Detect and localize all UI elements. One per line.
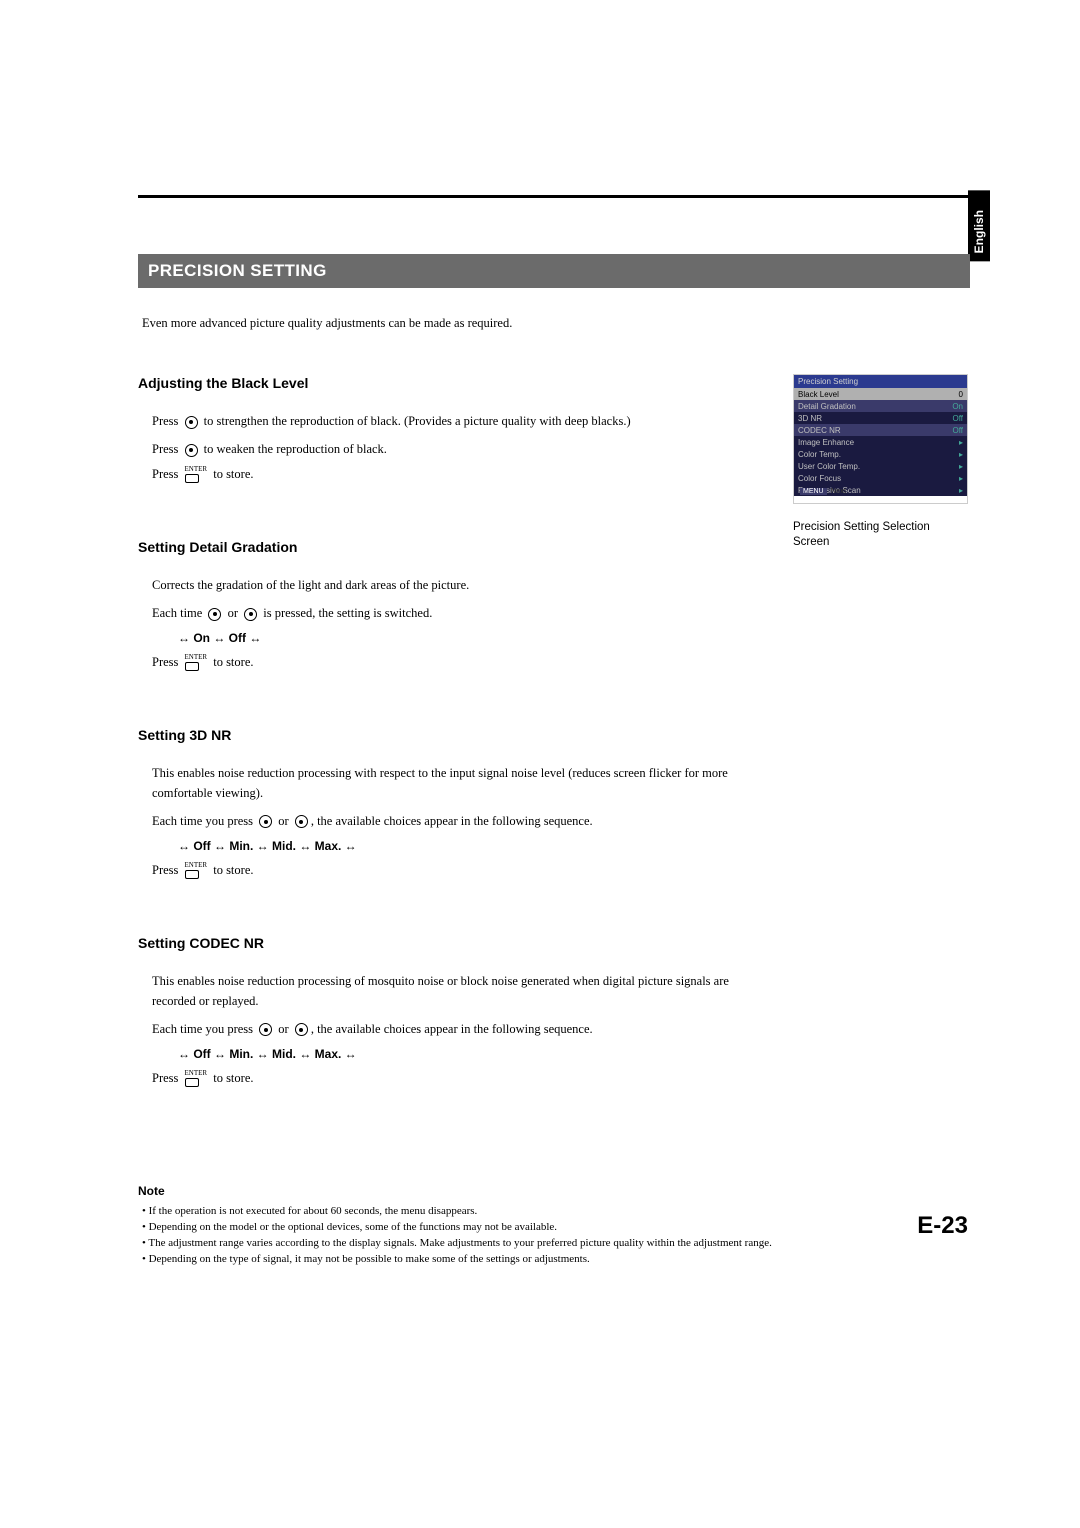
text-frag: Press [152,414,182,428]
text-frag: Each time you press [152,1022,256,1036]
osd-screenshot: Precision Setting Black Level0Detail Gra… [793,374,968,550]
note-item: • Depending on the model or the optional… [142,1220,970,1236]
right-key-icon [244,608,257,621]
osd-row-value: ▸ [959,474,963,483]
note-item: • The adjustment range varies according … [142,1236,970,1252]
heading: Setting CODEC NR [138,935,738,951]
left-key-icon [208,608,221,621]
section-codec-nr: Setting CODEC NR This enables noise redu… [138,935,738,1087]
menu-badge: MENU [800,488,827,495]
section-3d-nr: Setting 3D NR This enables noise reducti… [138,727,738,879]
note-item: • Depending on the type of signal, it ma… [142,1252,970,1268]
option-sequence: ↔ Off ↔ Min. ↔ Mid. ↔ Max. ↔ [178,839,738,853]
osd-row-value: Off [952,426,963,435]
body-line: Each time you press or , the available c… [152,811,738,831]
section-black-level: Adjusting the Black Level Press to stren… [138,375,738,483]
osd-row-label: User Color Temp. [798,462,860,471]
osd-row: Image Enhance ▸ [794,436,967,448]
text-frag: to store. [210,1071,253,1085]
notes-block: Note • If the operation is not executed … [138,1184,970,1268]
notes-heading: Note [138,1184,970,1198]
osd-row: Detail Gradation On [794,400,967,412]
body-line: Press to weaken the reproduction of blac… [152,439,738,459]
osd-row: Black Level 0 [794,388,967,400]
osd-footer: MENU Next [800,486,846,495]
heading: Adjusting the Black Level [138,375,738,391]
heading: Setting Detail Gradation [138,539,738,555]
text-frag: or [224,606,241,620]
osd-row-value: ▸ [959,450,963,459]
osd-row-label: Color Temp. [798,450,841,459]
option-sequence: ↔ On ↔ Off ↔ [178,631,738,645]
osd-row: 3D NR Off [794,412,967,424]
page-number: E-23 [917,1212,968,1240]
text-frag: is pressed, the setting is switched. [260,606,432,620]
enter-key-icon: ENTER [185,1071,208,1087]
osd-row-label: 3D NR [798,414,822,423]
text-frag: Each time [152,606,205,620]
content-column: Even more advanced picture quality adjus… [138,316,738,1087]
osd-row: CODEC NR Off [794,424,967,436]
body-line: Corrects the gradation of the light and … [152,575,738,595]
text-frag: to store. [210,467,253,481]
text-frag: Press [152,442,182,456]
osd-row-label: Detail Gradation [798,402,856,411]
osd-row-value: On [952,402,963,411]
body-line: This enables noise reduction processing … [152,971,738,1011]
text-frag: to store. [210,863,253,877]
text-frag: Each time you press [152,814,256,828]
osd-footer-text: Next [831,486,846,495]
osd-header: Precision Setting [794,375,967,388]
text-frag: or [275,1022,292,1036]
body-line: Each time or is pressed, the setting is … [152,603,738,623]
osd-row: Color Focus ▸ [794,472,967,484]
note-item: • If the operation is not executed for a… [142,1204,970,1220]
text-frag: , the available choices appear in the fo… [311,1022,593,1036]
osd-row-value: ▸ [959,486,963,495]
left-key-icon [185,416,198,429]
store-line: Press ENTER to store. [152,467,738,483]
store-line: Press ENTER to store. [152,863,738,879]
intro-text: Even more advanced picture quality adjus… [142,316,738,331]
body-line: Press to strengthen the reproduction of … [152,411,738,431]
right-key-icon [185,444,198,457]
section-detail-gradation: Setting Detail Gradation Corrects the gr… [138,539,738,671]
left-key-icon [259,815,272,828]
text-frag: or [275,814,292,828]
section-main-title: PRECISION SETTING [138,254,970,288]
text-frag: , the available choices appear in the fo… [311,814,593,828]
enter-key-icon: ENTER [185,467,208,483]
osd-row-label: Image Enhance [798,438,854,447]
top-rule [138,195,970,198]
option-sequence: ↔ Off ↔ Min. ↔ Mid. ↔ Max. ↔ [178,1047,738,1061]
osd-screen: Precision Setting Black Level0Detail Gra… [793,374,968,504]
osd-row-value: ▸ [959,462,963,471]
text-frag: to strengthen the reproduction of black.… [201,414,631,428]
text-frag: to weaken the reproduction of black. [201,442,387,456]
osd-row: User Color Temp. ▸ [794,460,967,472]
right-key-icon [295,1023,308,1036]
right-key-icon [295,815,308,828]
osd-row: Color Temp. ▸ [794,448,967,460]
heading: Setting 3D NR [138,727,738,743]
text-frag: to store. [210,655,253,669]
body-line: This enables noise reduction processing … [152,763,738,803]
osd-row-value: Off [952,414,963,423]
osd-row-label: Color Focus [798,474,841,483]
osd-row-value: ▸ [959,438,963,447]
store-line: Press ENTER to store. [152,1071,738,1087]
document-page: PRECISION SETTING Even more advanced pic… [0,0,1080,1203]
osd-row-label: CODEC NR [798,426,841,435]
osd-row-label: Black Level [798,390,839,399]
enter-key-icon: ENTER [185,863,208,879]
enter-key-icon: ENTER [185,655,208,671]
store-line: Press ENTER to store. [152,655,738,671]
osd-row-value: 0 [959,390,963,399]
body-line: Each time you press or , the available c… [152,1019,738,1039]
left-key-icon [259,1023,272,1036]
osd-caption: Precision Setting Selection Screen [793,520,968,550]
